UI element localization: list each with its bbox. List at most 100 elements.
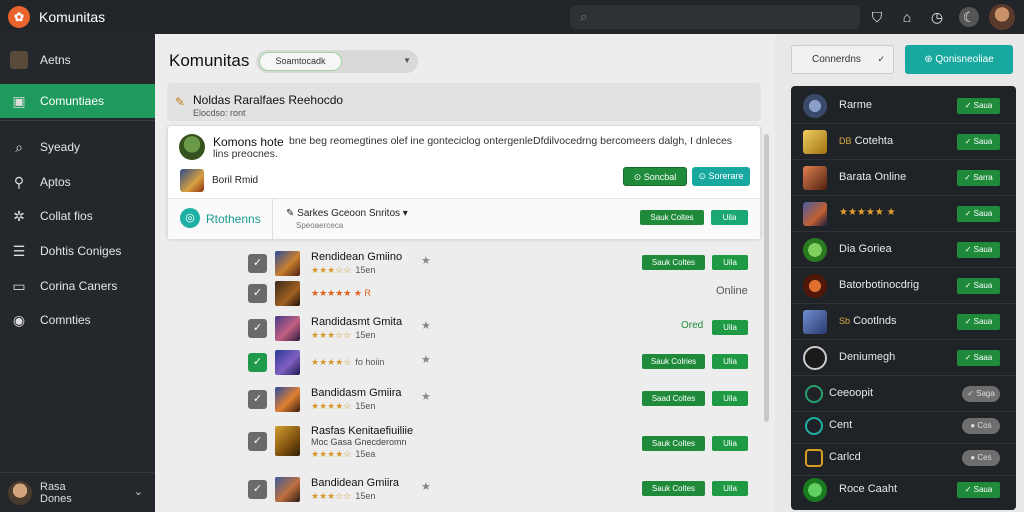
row-checkbox[interactable]: ✓ <box>248 432 267 451</box>
favorite-star-icon[interactable]: ★ <box>421 480 431 493</box>
check-icon: ✓ <box>964 137 974 146</box>
list-item-button[interactable]: ✓ Sarra <box>957 170 1000 186</box>
row-play-button[interactable]: Uila <box>712 391 748 406</box>
row-checkbox[interactable]: ✓ <box>248 353 267 372</box>
list-item-button[interactable]: ✓ Saua <box>957 314 1000 330</box>
scrollbar[interactable] <box>764 134 769 422</box>
join-button[interactable]: Sauk Coltes <box>640 210 704 225</box>
row-checkbox[interactable]: ✓ <box>248 254 267 273</box>
table-row[interactable]: ✓ ★★★★★ ★ R Online <box>245 278 755 308</box>
game-thumbnail <box>275 477 300 502</box>
cta-button[interactable]: ⊛ Qonisneoliae <box>905 45 1013 74</box>
link-icon: ⊙ <box>698 171 709 181</box>
row-count: 15ea <box>355 449 376 459</box>
list-item-button[interactable]: ✓ Saua <box>957 242 1000 258</box>
star-rating: ★★★★☆ <box>311 357 352 367</box>
row-play-button[interactable]: Uila <box>712 481 748 496</box>
list-item-button[interactable]: ✓ Saua <box>957 278 1000 294</box>
list-item[interactable]: Sb Cootlnds ✓ Saua <box>791 304 1016 340</box>
chevron-down-icon: ✓ <box>877 54 885 64</box>
list-item-button[interactable]: ✓ Saua <box>957 482 1000 498</box>
list-item[interactable]: ★★★★★ ★ ✓ Saua <box>791 196 1016 232</box>
table-row[interactable]: ✓ Randidasmt Gmita ★★★☆☆ 15en ★ Ored Uila <box>245 313 755 343</box>
sidebar-item-communities[interactable]: ▣ Comuntiaes <box>0 84 155 118</box>
chevron-down-icon[interactable]: ⌄ <box>134 485 143 498</box>
sidebar-user[interactable]: Rasa Dones ⌄ <box>0 472 155 512</box>
row-checkbox[interactable]: ✓ <box>248 319 267 338</box>
search-input[interactable]: ⌕ <box>570 5 860 29</box>
list-item-button[interactable]: ✓ Saua <box>957 134 1000 150</box>
wrench-icon: ✎ <box>286 208 298 219</box>
list-item[interactable]: Deniumegh ✓ Saaa <box>791 340 1016 376</box>
table-row[interactable]: ✓ ★★★★☆ fo hoiin ★ Sauk Colries Ulia <box>245 347 755 377</box>
row-action-button[interactable]: Saad Coltes <box>642 391 705 406</box>
favorite-star-icon[interactable]: ★ <box>421 319 431 332</box>
list-item-label: Rarme <box>839 99 873 111</box>
sidebar: Aetns ▣ Comuntiaes ⌕ Syeady ⚲ Aptos ✲ Co… <box>0 34 155 512</box>
primary-button[interactable]: ⊙ Soncbal <box>623 167 687 186</box>
favorite-star-icon[interactable]: ★ <box>421 254 431 267</box>
avatar[interactable] <box>989 4 1015 30</box>
sidebar-item-label: Comnties <box>40 313 91 327</box>
sidebar-item-dohtis-coniges[interactable]: ☰ Dohtis Coniges <box>0 234 155 268</box>
sidebar-item-collat-fios[interactable]: ✲ Collat fios <box>0 199 155 233</box>
row-play-button[interactable]: Ulia <box>712 436 748 451</box>
clock-icon[interactable]: ◷ <box>927 7 947 27</box>
list-item[interactable]: Dia Goriea ✓ Saua <box>791 232 1016 268</box>
play-button[interactable]: Uila <box>711 210 748 225</box>
list-item[interactable]: Carlcd ● Ces <box>791 440 1016 476</box>
list-item-button[interactable]: ✓ Saua <box>957 206 1000 222</box>
card-sub: Boril Rmid <box>212 175 259 186</box>
row-play-button[interactable]: Ulia <box>712 354 748 369</box>
sidebar-item-syeady[interactable]: ⌕ Syeady <box>0 130 155 164</box>
row-action-button[interactable]: Sauk Coltes <box>642 255 705 270</box>
list-item[interactable]: Cent ● Cos <box>791 408 1016 444</box>
list-item[interactable]: DB Cotehta ✓ Saua <box>791 124 1016 160</box>
table-row[interactable]: ✓ Rendidean Gmiino ★★★☆☆ 15en ★ Sauk Colt… <box>245 248 755 278</box>
list-item-button[interactable]: ✓ Saua <box>957 98 1000 114</box>
list-icon: ☰ <box>12 243 26 259</box>
row-checkbox[interactable]: ✓ <box>248 284 267 303</box>
sidebar-item-comnties[interactable]: ◉ Comnties <box>0 303 155 337</box>
home-icon[interactable]: ⌂ <box>897 7 917 27</box>
table-row[interactable]: ✓ Rasfas Kenitaefiuiliie Moc Gasa Gnecde… <box>245 424 755 460</box>
game-thumbnail <box>275 316 300 341</box>
row-action-button[interactable]: Sauk Coltes <box>642 436 705 451</box>
list-item-button[interactable]: ✓ Saaa <box>957 350 1000 366</box>
table-row[interactable]: ✓ Bandidean Gmiira ★★★☆☆ 15en ★ Sauk Colt… <box>245 474 755 504</box>
list-item-button[interactable]: ✓ Saga <box>962 386 1000 402</box>
list-item[interactable]: Ceeoopit ✓ Saga <box>791 376 1016 412</box>
moon-icon[interactable]: ☾ <box>959 7 979 27</box>
list-item[interactable]: Rarme ✓ Saua <box>791 88 1016 124</box>
bookmark-icon[interactable]: ⛉ <box>867 7 887 27</box>
row-play-button[interactable]: Uila <box>712 255 748 270</box>
secondary-button[interactable]: ⊙ Sorerare <box>692 167 750 186</box>
row-checkbox[interactable]: ✓ <box>248 390 267 409</box>
sidebar-item-aetns[interactable]: Aetns <box>0 43 155 77</box>
row-action-button[interactable]: Sauk Coltes <box>642 481 705 496</box>
search-icon: ⌕ <box>580 9 588 24</box>
list-item-label: ★★★★★ ★ <box>839 207 896 218</box>
table-row[interactable]: ✓ Bandidasm Gmiira ★★★★☆ 15en ★ Saad Colt… <box>245 384 755 414</box>
list-item[interactable]: Roce Caaht ✓ Saua <box>791 472 1016 508</box>
filter-select[interactable]: Soamtocadk ▼ <box>256 50 418 73</box>
row-checkbox[interactable]: ✓ <box>248 480 267 499</box>
row-play-button[interactable]: Uila <box>712 320 748 335</box>
list-item[interactable]: Barata Online ✓ Sarra <box>791 160 1016 196</box>
favorite-star-icon[interactable]: ★ <box>421 353 431 366</box>
list-item-button[interactable]: ● Cos <box>962 418 1000 434</box>
list-item[interactable]: Batorbotinocdrig ✓ Saua <box>791 268 1016 304</box>
footer-title[interactable]: ✎ Sarkes Gceoon Snritos ▾ <box>286 208 408 219</box>
sidebar-item-aptos[interactable]: ⚲ Aptos <box>0 165 155 199</box>
connections-dropdown[interactable]: Connerdns ✓ <box>791 45 894 74</box>
sidebar-item-corina-caners[interactable]: ▭ Corina Caners <box>0 269 155 303</box>
list-item-button[interactable]: ● Ces <box>962 450 1000 466</box>
top-bar: ✿ Komunitas ⌕ ⛉ ⌂ ◷ ☾ <box>0 0 1024 34</box>
secondary-button-label: Sorerare <box>708 171 744 181</box>
row-action-button[interactable]: Sauk Colries <box>642 354 705 369</box>
list-item-label: DB Cotehta <box>839 135 893 147</box>
favorite-star-icon[interactable]: ★ <box>421 390 431 403</box>
app-logo-icon[interactable]: ✿ <box>8 6 30 28</box>
footer-label[interactable]: Rtothenns <box>206 212 261 226</box>
community-icon: ▣ <box>12 93 26 109</box>
